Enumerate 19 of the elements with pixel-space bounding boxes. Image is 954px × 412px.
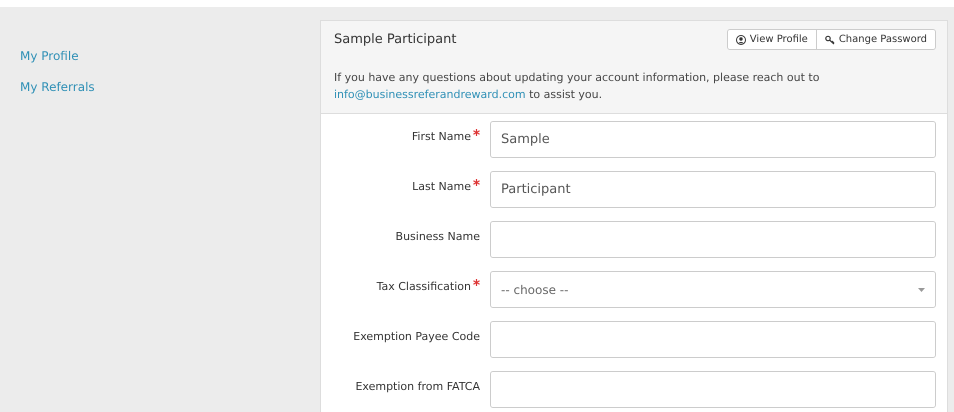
view-profile-button[interactable]: View Profile — [726, 29, 817, 50]
info-notice: If you have any questions about updating your account information, please reach out to info@businessreferandreward.com to assist you. — [334, 70, 820, 103]
input-field[interactable] — [490, 321, 936, 358]
key-icon — [824, 34, 835, 44]
field-label: Business Name — [396, 230, 480, 243]
field-label: First Name — [412, 130, 471, 143]
panel-title: Sample Participant — [334, 32, 456, 47]
user-circle-icon — [736, 34, 746, 44]
caret-icon — [918, 288, 925, 292]
select-field[interactable]: -- choose -- — [490, 271, 936, 308]
input-field[interactable]: Participant — [490, 171, 936, 208]
field-label: Last Name — [412, 180, 471, 193]
change-password-button[interactable]: Change Password — [816, 29, 936, 50]
field-label: Tax Classification — [376, 280, 471, 293]
input-field[interactable] — [490, 221, 936, 258]
input-field[interactable] — [490, 371, 936, 408]
field-label: Exemption Payee Code — [353, 330, 480, 343]
field-label: Exemption from FATCA — [355, 380, 480, 393]
input-field[interactable]: Sample — [490, 121, 936, 158]
